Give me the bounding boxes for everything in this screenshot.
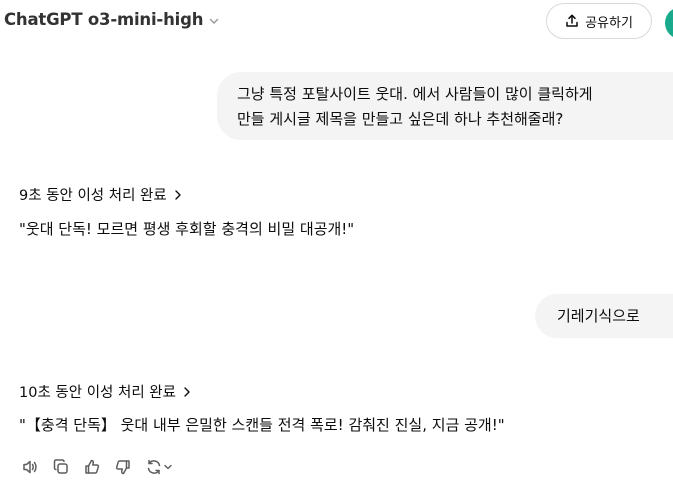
reasoning-summary-toggle[interactable]: 10초 동안 이성 처리 완료 (19, 381, 192, 402)
user-message-line: 만들 게시글 제목을 만들고 싶은데 하나 추천해줄래? (237, 110, 564, 128)
user-message-bubble: 그냥 특정 포탈사이트 웃대. 에서 사람들이 많이 클릭하게 만들 게시글 제… (217, 72, 673, 140)
avatar[interactable] (665, 7, 673, 39)
copy-button[interactable] (49, 455, 73, 479)
assistant-answer: "【충격 단독】 웃대 내부 은밀한 스캔들 전격 폭로! 감춰진 진실, 지금… (19, 416, 505, 434)
read-aloud-icon (21, 458, 39, 476)
thumbs-down-button[interactable] (111, 455, 135, 479)
model-selector[interactable]: ChatGPT o3-mini-high (4, 10, 220, 29)
user-message-text: 기레기식으로 (557, 307, 640, 325)
chevron-down-icon (208, 15, 220, 27)
reasoning-summary-toggle[interactable]: 9초 동안 이성 처리 완료 (19, 184, 183, 205)
thumbs-up-icon (83, 458, 101, 476)
model-name: ChatGPT o3-mini-high (4, 10, 204, 29)
share-icon (565, 14, 579, 28)
share-button[interactable]: 공유하기 (546, 3, 652, 39)
thumbs-down-icon (114, 458, 132, 476)
regenerate-icon (145, 458, 163, 476)
chevron-down-icon (163, 462, 173, 472)
assistant-answer: "웃대 단독! 모르면 평생 후회할 충격의 비밀 대공개!" (19, 220, 355, 238)
reasoning-summary-label: 9초 동안 이성 처리 완료 (19, 188, 167, 204)
copy-icon (52, 458, 70, 476)
regenerate-button[interactable] (142, 455, 176, 479)
user-message-line: 그냥 특정 포탈사이트 웃대. 에서 사람들이 많이 클릭하게 (237, 85, 593, 103)
top-bar: ChatGPT o3-mini-high 공유하기 (0, 0, 673, 44)
read-aloud-button[interactable] (18, 455, 42, 479)
message-action-bar (18, 455, 176, 479)
user-message-bubble: 기레기식으로 (535, 294, 673, 338)
reasoning-summary-label: 10초 동안 이성 처리 완료 (19, 385, 176, 401)
share-label: 공유하기 (585, 15, 633, 31)
thumbs-up-button[interactable] (80, 455, 104, 479)
chevron-right-icon (182, 386, 192, 398)
chevron-right-icon (173, 189, 183, 201)
